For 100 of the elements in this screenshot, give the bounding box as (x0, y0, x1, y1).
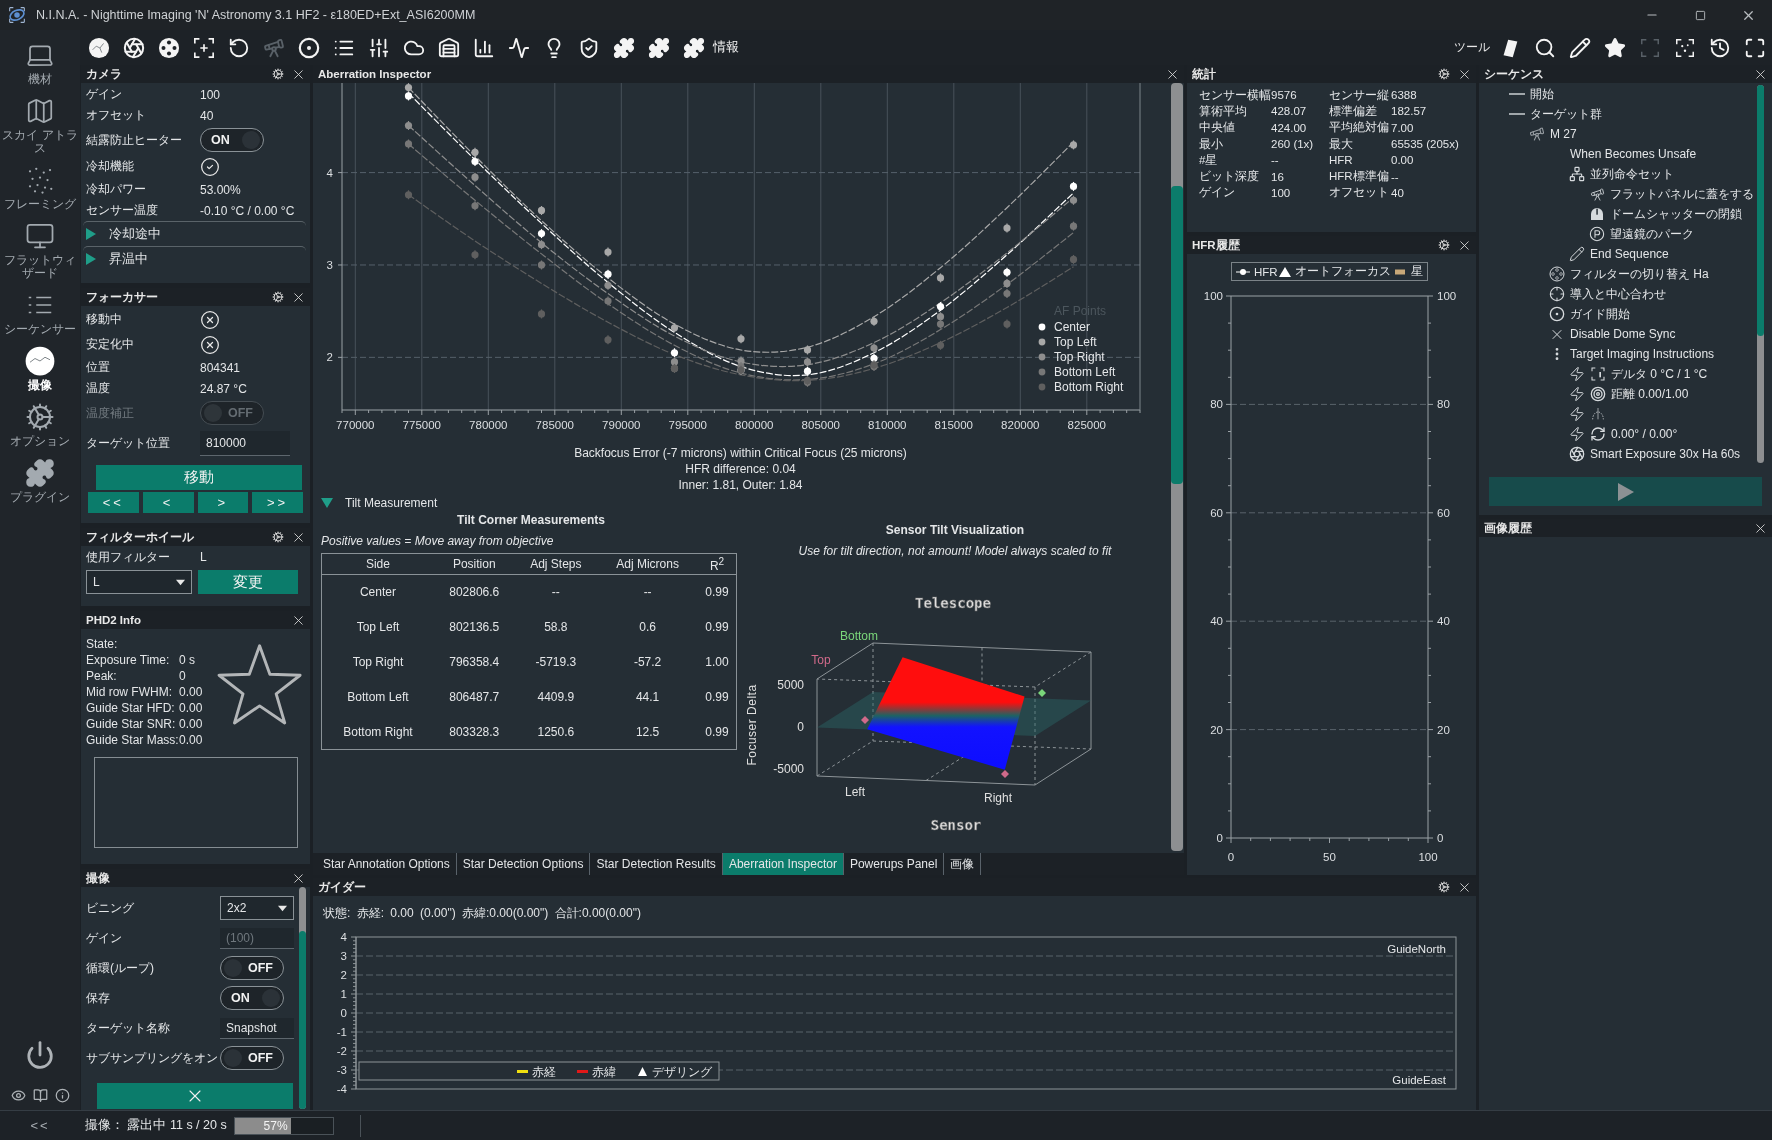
legend-label: Bottom Left (1054, 365, 1116, 379)
history-icon[interactable] (1708, 36, 1731, 59)
tab[interactable]: Aberration Inspector (722, 853, 844, 875)
stat-value: -- (1271, 154, 1280, 167)
axis-tick-label: -1 (336, 1026, 347, 1038)
expander[interactable]: 昇温中 (83, 246, 306, 271)
step-button[interactable]: >> (252, 492, 303, 513)
sequence-item[interactable]: 導入と中心合わせ (1479, 284, 1757, 304)
sliders-icon[interactable] (367, 36, 390, 59)
settings-icon[interactable] (272, 531, 284, 543)
field-label: Guide Star SNR: (86, 717, 177, 731)
bar-chart-icon[interactable] (472, 36, 495, 59)
scrollbar-thumb[interactable] (1171, 186, 1183, 484)
nav-item[interactable]: スカイ アトラス (0, 94, 80, 163)
input-field[interactable]: Snapshot (220, 1017, 294, 1039)
sequence-item[interactable]: デルタ 0 °C / 1 °C (1479, 364, 1757, 384)
tab[interactable]: 画像 (944, 853, 982, 875)
fullscreen-icon[interactable] (1743, 36, 1766, 59)
puzzle-icon[interactable] (612, 36, 635, 59)
input-field[interactable]: 810000 (200, 430, 290, 456)
constellation-disc-icon[interactable] (87, 36, 110, 59)
filter-wheel-icon[interactable] (157, 36, 180, 59)
sequence-item[interactable]: Target Imaging Instructions (1479, 344, 1757, 364)
collapse-button[interactable]: << (0, 1117, 80, 1134)
nav-item[interactable]: プラグイン (0, 456, 80, 512)
sequence-item[interactable]: Smart Exposure 30x Ha 60s (1479, 444, 1757, 464)
dropdown[interactable]: L (86, 570, 192, 594)
expander[interactable]: Tilt Measurement (319, 493, 1164, 512)
move-button[interactable]: 移動 (96, 465, 302, 490)
search-icon[interactable] (1533, 36, 1556, 59)
pulse-line-icon[interactable] (507, 36, 530, 59)
step-button[interactable]: > (197, 492, 249, 513)
axis-tick-label: 800000 (735, 419, 774, 431)
field-label: サブサンプリングをオン (86, 1049, 219, 1067)
sequence-item[interactable]: 並列命令セット (1479, 164, 1757, 184)
panel-title: PHD2 Info (86, 614, 141, 626)
settings-icon[interactable] (1438, 68, 1450, 80)
scrollbar[interactable] (1171, 83, 1183, 851)
focus-frame-icon[interactable] (192, 36, 215, 59)
star-frame-icon[interactable] (1673, 36, 1696, 59)
book-icon[interactable] (32, 1088, 48, 1103)
toolbar-button[interactable]: 情報 (676, 30, 745, 65)
progress-label: 57% (263, 1118, 289, 1133)
star-icon[interactable] (1603, 36, 1626, 59)
warehouse-icon[interactable] (437, 36, 460, 59)
puzzle-icon[interactable] (647, 36, 670, 59)
scrollbar-thumb[interactable] (299, 931, 306, 1109)
nav-item[interactable]: フラットウィザード (0, 219, 80, 288)
sequence-item[interactable]: 0.00° / 0.00° (1479, 424, 1757, 444)
expander[interactable]: 冷却途中 (83, 221, 306, 246)
axis-tick-label: 80 (1437, 398, 1450, 411)
settings-icon[interactable] (1438, 881, 1450, 893)
settings-icon[interactable] (272, 68, 284, 80)
sequence-item[interactable]: Disable Dome Sync (1479, 324, 1757, 344)
sequence-item[interactable]: 開始 (1479, 84, 1757, 104)
maximize-icon[interactable] (1694, 9, 1706, 21)
eye-icon[interactable] (10, 1088, 26, 1103)
circle-dot-icon[interactable] (297, 36, 320, 59)
field-label: 冷却機能 (86, 158, 135, 175)
toggle-switch[interactable]: ON (200, 128, 264, 152)
step-button[interactable]: << (88, 492, 139, 513)
guider-status-text: 状態: 赤経: 0.00 (0.00") 赤緯:0.00(0.00") 合計:0.00(0.00") (322, 905, 642, 922)
scrollbar-thumb[interactable] (1757, 85, 1764, 336)
sequence-item[interactable]: When Becomes Unsafe (1479, 144, 1757, 164)
dropdown[interactable]: 2x2 (220, 896, 294, 920)
sequence-item[interactable]: End Sequence (1479, 244, 1757, 264)
tab[interactable]: Star Detection Options (456, 853, 591, 875)
monitor-icon (25, 221, 55, 251)
pencil-icon[interactable] (1568, 36, 1591, 59)
sequence-item[interactable]: 距離 0.00/1.00 (1479, 384, 1757, 404)
scrollbar[interactable] (1757, 85, 1764, 463)
sequence-item[interactable]: ドームシャッターの閉鎖 (1479, 204, 1757, 224)
settings-icon[interactable] (1438, 239, 1450, 251)
sequence-item[interactable]: 望遠鏡のパーク (1479, 224, 1757, 244)
change-button[interactable]: 変更 (198, 570, 298, 594)
lightning-icon (1569, 366, 1585, 382)
sequence-item[interactable]: M 27 (1479, 124, 1757, 144)
aperture-icon[interactable] (122, 36, 145, 59)
tab[interactable]: Powerups Panel (843, 853, 945, 875)
sequence-item[interactable]: フラットパネルに蓋をする (1479, 184, 1757, 204)
nav-item[interactable]: 機材 (0, 38, 80, 94)
corner-label: Top (811, 653, 831, 667)
rotate-icon[interactable] (227, 36, 250, 59)
settings-icon[interactable] (272, 291, 284, 303)
sequence-item[interactable]: フィルターの切り替え Ha (1479, 264, 1757, 284)
toggle-switch[interactable]: OFF (220, 956, 284, 980)
tab[interactable]: Star Detection Results (590, 853, 723, 875)
scrollbar[interactable] (299, 887, 306, 1109)
toggle-switch[interactable]: OFF (220, 1046, 284, 1070)
power-icon[interactable] (25, 1040, 55, 1070)
tab[interactable]: Star Annotation Options (317, 853, 457, 875)
sequence-item[interactable]: ターゲット群 (1479, 104, 1757, 124)
nav-item[interactable]: オプション (0, 400, 80, 456)
step-button[interactable]: < (142, 492, 194, 513)
nav-item[interactable]: フレーミング (0, 163, 80, 219)
nav-item[interactable]: 撮像 (0, 344, 80, 400)
nav-item[interactable]: シーケンサー (0, 288, 80, 344)
toggle-switch[interactable]: ON (220, 986, 284, 1010)
info-icon[interactable] (54, 1088, 70, 1103)
sequence-item[interactable]: ガイド開始 (1479, 304, 1757, 324)
